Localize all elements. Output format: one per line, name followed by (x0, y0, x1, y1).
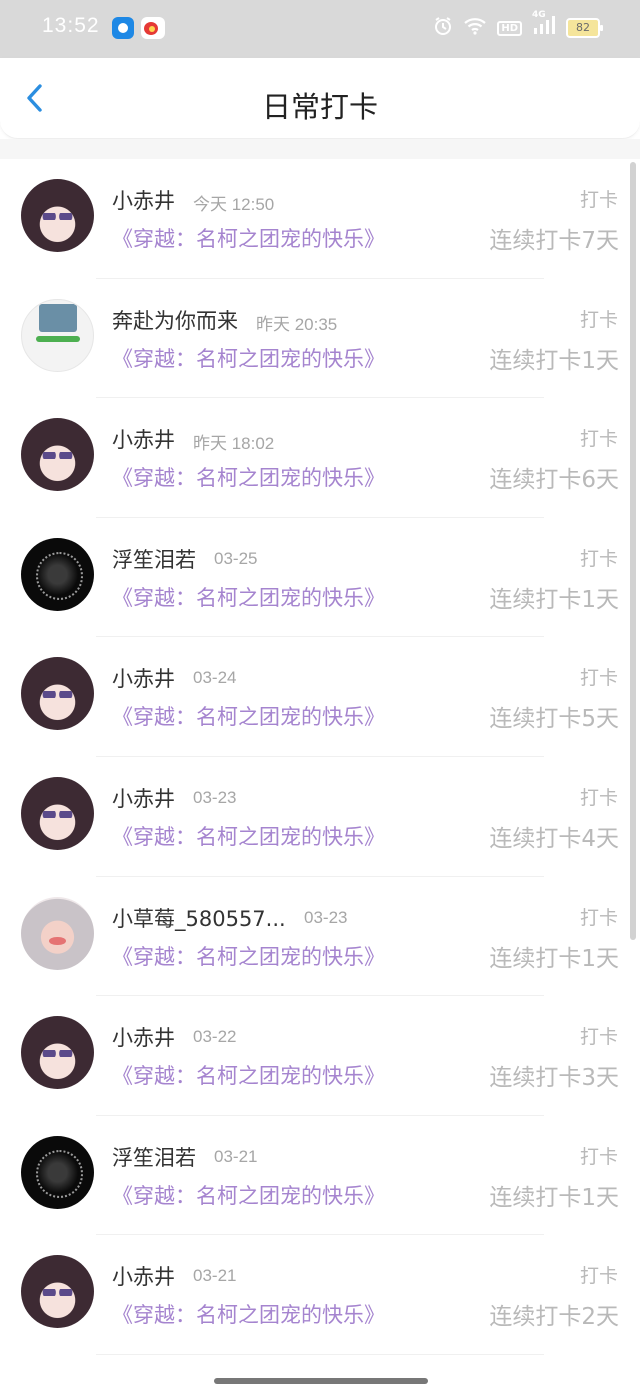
book-title-link[interactable]: 《穿越：名柯之团宠的快乐》 (112, 701, 385, 731)
checkin-item[interactable]: 小草莓_580557... 03-23 《穿越：名柯之团宠的快乐》 打卡连续打卡1天 (0, 877, 640, 997)
user-name[interactable]: 浮笙泪若 (112, 544, 196, 574)
scrollbar[interactable] (630, 162, 636, 940)
header-spacer (0, 139, 640, 159)
streak-count: 连续打卡2天 (489, 1304, 619, 1331)
checkin-item[interactable]: 小赤井 03-23 《穿越：名柯之团宠的快乐》 打卡连续打卡4天 (0, 757, 640, 877)
avatar[interactable] (21, 1255, 94, 1329)
weibo-icon (141, 17, 165, 39)
book-title-link[interactable]: 《穿越：名柯之团宠的快乐》 (112, 821, 385, 851)
streak-count: 连续打卡1天 (489, 347, 619, 374)
streak-count: 连续打卡1天 (489, 1184, 619, 1211)
book-title-link[interactable]: 《穿越：名柯之团宠的快乐》 (112, 582, 385, 612)
avatar[interactable] (21, 896, 94, 970)
avatar[interactable] (21, 1135, 94, 1209)
status-bar: 13:52 HD 4G 82 (0, 0, 640, 58)
book-title-link[interactable]: 《穿越：名柯之团宠的快乐》 (112, 941, 385, 971)
page-title: 日常打卡 (261, 90, 378, 124)
avatar[interactable] (21, 657, 94, 731)
streak-count: 连续打卡3天 (489, 1065, 619, 1092)
system-icons: HD 4G 82 (433, 10, 603, 40)
checkin-time: 03-21 (193, 1266, 237, 1286)
checkin-button[interactable]: 打卡 (580, 663, 618, 690)
signal-icon: 4G (532, 10, 556, 40)
checkin-button[interactable]: 打卡 (580, 1022, 618, 1049)
checkin-item[interactable]: 奔赴为你而来 昨天 20:35 《穿越：名柯之团宠的快乐》 打卡连续打卡1天 (0, 279, 640, 399)
app-blue-icon (112, 17, 134, 39)
checkin-item[interactable]: 小赤井 03-22 《穿越：名柯之团宠的快乐》 打卡连续打卡3天 (0, 996, 640, 1116)
user-name[interactable]: 小草莓_580557... (112, 903, 286, 933)
user-name[interactable]: 小赤井 (112, 424, 175, 454)
checkin-time: 昨天 18:02 (193, 434, 275, 454)
user-name[interactable]: 奔赴为你而来 (112, 305, 238, 335)
streak-count: 连续打卡7天 (489, 228, 619, 254)
checkin-button[interactable]: 打卡 (580, 1142, 618, 1169)
checkin-time: 03-22 (193, 1027, 237, 1047)
checkin-button[interactable]: 打卡 (580, 305, 618, 332)
checkin-button[interactable]: 打卡 (580, 1261, 618, 1288)
streak-count: 连续打卡6天 (489, 467, 619, 494)
streak-count: 连续打卡4天 (489, 825, 619, 852)
home-indicator (214, 1378, 428, 1384)
checkin-time: 03-23 (193, 787, 237, 807)
checkin-button[interactable]: 打卡 (580, 185, 618, 212)
book-title-link[interactable]: 《穿越：名柯之团宠的快乐》 (112, 343, 385, 373)
checkin-button[interactable]: 打卡 (580, 544, 618, 571)
status-time: 13:52 (42, 14, 100, 37)
avatar[interactable] (21, 298, 94, 372)
avatar[interactable] (21, 1016, 94, 1090)
avatar[interactable] (21, 776, 94, 850)
checkin-item[interactable]: 小赤井 03-24 《穿越：名柯之团宠的快乐》 打卡连续打卡5天 (0, 637, 640, 757)
network-label: 4G (532, 10, 546, 20)
avatar[interactable] (21, 418, 94, 492)
checkin-item[interactable]: 小赤井 03-21 《穿越：名柯之团宠的快乐》 打卡连续打卡2天 (0, 1235, 640, 1355)
wifi-icon (463, 17, 487, 39)
checkin-time: 03-24 (193, 668, 237, 688)
book-title-link[interactable]: 《穿越：名柯之团宠的快乐》 (112, 1060, 385, 1090)
checkin-item[interactable]: 小赤井 昨天 18:02 《穿越：名柯之团宠的快乐》 打卡连续打卡6天 (0, 398, 640, 518)
checkin-time: 03-21 (214, 1146, 258, 1166)
checkin-time: 03-25 (214, 548, 258, 568)
streak-count: 连续打卡5天 (489, 706, 619, 733)
alarm-icon (433, 16, 453, 40)
nav-header: 日常打卡 (0, 58, 640, 139)
user-name[interactable]: 小赤井 (112, 1261, 175, 1291)
avatar[interactable] (21, 537, 94, 611)
checkin-time: 今天 12:50 (193, 195, 275, 214)
checkin-time: 昨天 20:35 (256, 314, 338, 334)
user-name[interactable]: 浮笙泪若 (112, 1142, 196, 1172)
streak-count: 连续打卡1天 (489, 945, 619, 972)
checkin-item[interactable]: 小赤井 今天 12:50 《穿越：名柯之团宠的快乐》 打卡连续打卡7天 (0, 159, 640, 279)
book-title-link[interactable]: 《穿越：名柯之团宠的快乐》 (112, 462, 385, 492)
battery-icon: 82 (566, 18, 603, 38)
user-name[interactable]: 小赤井 (112, 1022, 175, 1052)
hd-badge: HD (497, 20, 522, 36)
avatar[interactable] (21, 179, 94, 252)
user-name[interactable]: 小赤井 (112, 185, 175, 215)
user-name[interactable]: 小赤井 (112, 783, 175, 813)
checkin-button[interactable]: 打卡 (580, 903, 618, 930)
checkin-button[interactable]: 打卡 (580, 783, 618, 810)
divider (96, 1353, 544, 1355)
checkin-item[interactable]: 浮笙泪若 03-21 《穿越：名柯之团宠的快乐》 打卡连续打卡1天 (0, 1116, 640, 1236)
book-title-link[interactable]: 《穿越：名柯之团宠的快乐》 (112, 1299, 385, 1329)
book-title-link[interactable]: 《穿越：名柯之团宠的快乐》 (112, 223, 385, 253)
user-name[interactable]: 小赤井 (112, 663, 175, 693)
checkin-time: 03-23 (304, 907, 348, 927)
checkin-list: 小赤井 今天 12:50 《穿越：名柯之团宠的快乐》 打卡 连续打卡7天 奔赴为你而来 昨天… (0, 159, 640, 1355)
checkin-item[interactable]: 浮笙泪若 03-25 《穿越：名柯之团宠的快乐》 打卡连续打卡1天 (0, 518, 640, 638)
streak-count: 连续打卡1天 (489, 586, 619, 613)
checkin-button[interactable]: 打卡 (580, 424, 618, 451)
book-title-link[interactable]: 《穿越：名柯之团宠的快乐》 (112, 1180, 385, 1210)
